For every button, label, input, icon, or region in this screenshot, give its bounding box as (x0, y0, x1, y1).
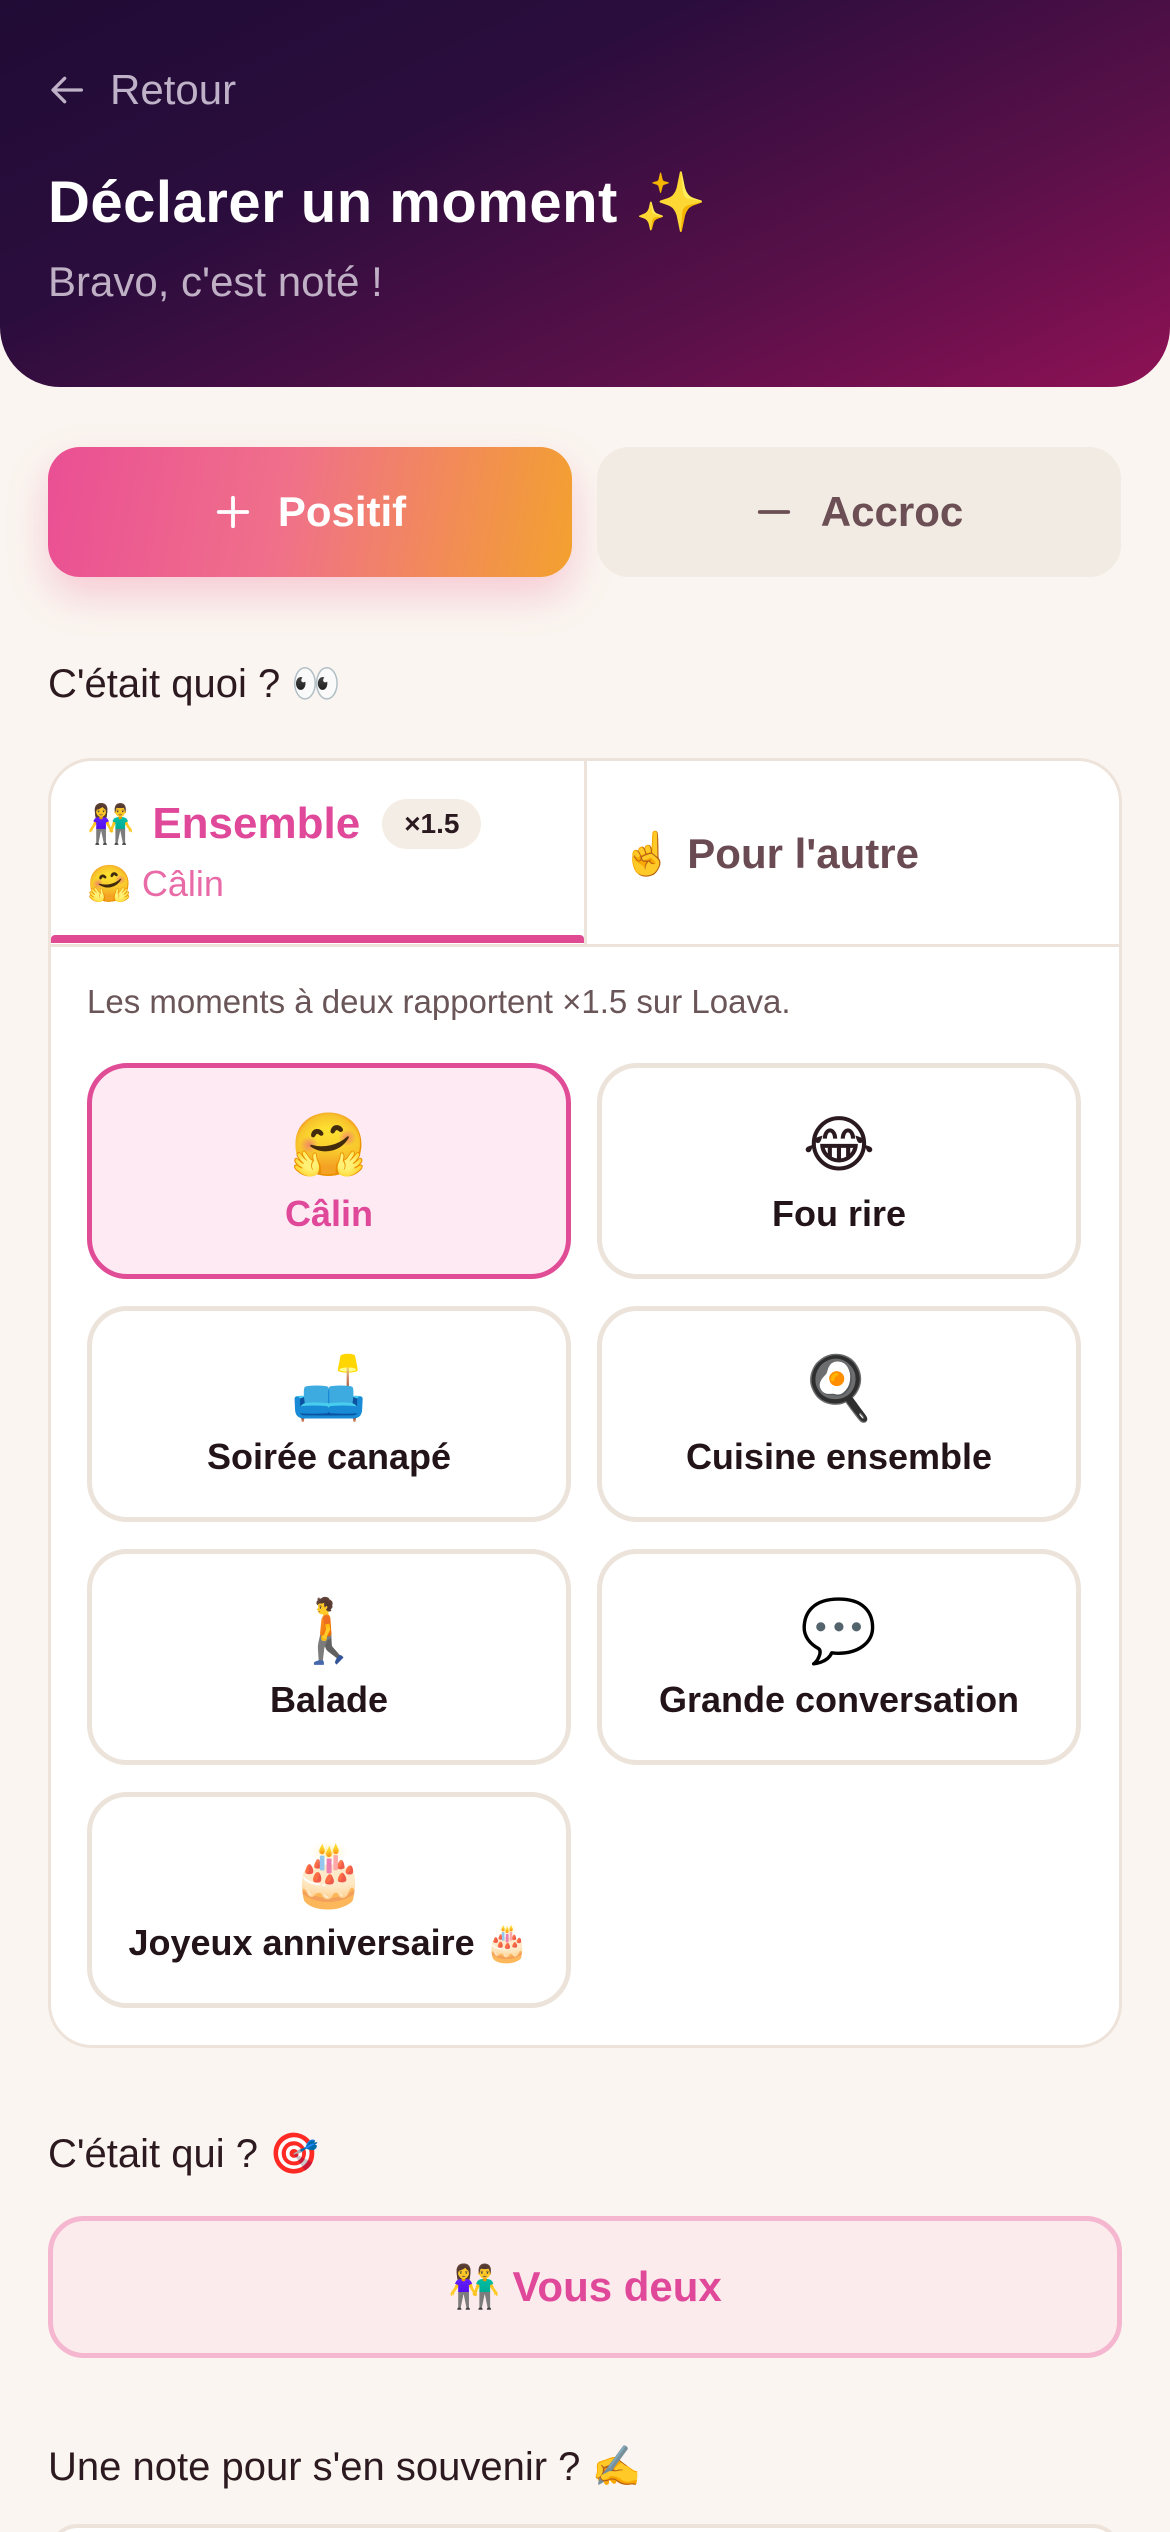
moment-tabs: 👫 Ensemble ×1.5 🤗 Câlin ☝️ Pour l'autre (51, 761, 1119, 947)
moment-tile-label: Joyeux anniversaire 🎂 (128, 1922, 530, 1963)
arrow-left-icon (51, 76, 84, 104)
writing-hand-icon: ✍️ (591, 2444, 642, 2490)
couple-icon: 👫 (448, 2262, 501, 2311)
moment-tile-label: Soirée canapé (206, 1436, 452, 1477)
who-section-text: C'était qui ? (48, 2132, 258, 2176)
tab-together-selection-label: Câlin (141, 863, 224, 904)
note-section-text: Une note pour s'en souvenir ? (48, 2445, 581, 2489)
eyes-icon: 👀 (291, 661, 342, 707)
who-both-button[interactable]: 👫 Vous deux (48, 2216, 1122, 2358)
moment-tile-label: Grande conversation (658, 1679, 1020, 1720)
negative-toggle-button[interactable]: Accroc (597, 447, 1121, 577)
target-icon: 🎯 (269, 2131, 319, 2177)
positive-toggle-button[interactable]: Positif (48, 447, 572, 577)
moment-tile-joyeux-anniversaire[interactable]: 🎂 Joyeux anniversaire 🎂 (87, 1792, 571, 2008)
tab-together[interactable]: 👫 Ensemble ×1.5 🤗 Câlin (87, 799, 482, 905)
moment-tile-label: Balade (269, 1679, 389, 1720)
moment-tile-soiree-canape[interactable]: 🛋️ Soirée canapé (87, 1306, 571, 1522)
couch-icon: 🛋️ (290, 1351, 368, 1424)
back-button[interactable]: Retour (48, 62, 236, 118)
sparkles-icon: ✨ (634, 168, 708, 236)
multiplier-hint: Les moments à deux rapportent ×1.5 sur L… (87, 983, 791, 1020)
birthday-cake-icon: 🎂 (290, 1837, 368, 1910)
page-subtitle: Bravo, c'est noté ! (48, 258, 383, 305)
moment-tile-balade[interactable]: 🚶 Balade (87, 1549, 571, 1765)
note-input[interactable] (48, 2524, 1122, 2532)
tab-for-other[interactable]: ☝️ Pour l'autre (621, 761, 919, 947)
speech-bubble-icon: 💬 (800, 1594, 878, 1667)
page-title: Déclarer un moment ✨ (48, 168, 707, 237)
tab-for-other-label: Pour l'autre (687, 830, 919, 877)
moment-tile-fou-rire[interactable]: 😂 Fou rire (597, 1063, 1081, 1279)
plus-icon (216, 495, 249, 529)
moment-tile-label: Câlin (284, 1193, 373, 1234)
header: Retour Déclarer un moment ✨ Bravo, c'est… (0, 0, 1170, 387)
what-section-text: C'était quoi ? (48, 662, 281, 706)
hug-icon: 🤗 (87, 864, 132, 905)
couple-icon: 👫 (87, 801, 135, 846)
pointing-up-icon: ☝️ (621, 829, 674, 878)
tab-divider (584, 761, 587, 947)
negative-toggle-label: Accroc (820, 488, 964, 535)
frying-pan-icon: 🍳 (800, 1351, 878, 1424)
moment-tile-cuisine-ensemble[interactable]: 🍳 Cuisine ensemble (597, 1306, 1081, 1522)
moment-tile-calin[interactable]: 🤗 Câlin (87, 1063, 571, 1279)
moment-tile-label: Cuisine ensemble (685, 1436, 993, 1477)
positive-toggle-label: Positif (277, 488, 407, 535)
minus-icon (757, 510, 790, 514)
hug-icon: 🤗 (290, 1108, 368, 1181)
moment-tile-grande-conversation[interactable]: 💬 Grande conversation (597, 1549, 1081, 1765)
tab-together-selection: 🤗 Câlin (87, 863, 481, 905)
moment-card: 👫 Ensemble ×1.5 🤗 Câlin ☝️ Pour l'autre … (48, 758, 1122, 2048)
note-section-label: Une note pour s'en souvenir ? ✍️ (48, 2443, 641, 2490)
page-title-text: Déclarer un moment (48, 170, 618, 235)
tab-active-indicator (51, 935, 584, 943)
laughing-tears-icon: 😂 (802, 1108, 876, 1181)
back-label: Retour (110, 66, 237, 113)
multiplier-badge: ×1.5 (382, 799, 482, 849)
tab-together-label: Ensemble (152, 799, 361, 848)
what-section-label: C'était quoi ? 👀 (48, 660, 341, 707)
who-both-label: Vous deux (512, 2263, 722, 2310)
moment-tile-label: Fou rire (771, 1193, 906, 1234)
walking-person-icon: 🚶 (290, 1594, 368, 1667)
who-section-label: C'était qui ? 🎯 (48, 2130, 319, 2177)
